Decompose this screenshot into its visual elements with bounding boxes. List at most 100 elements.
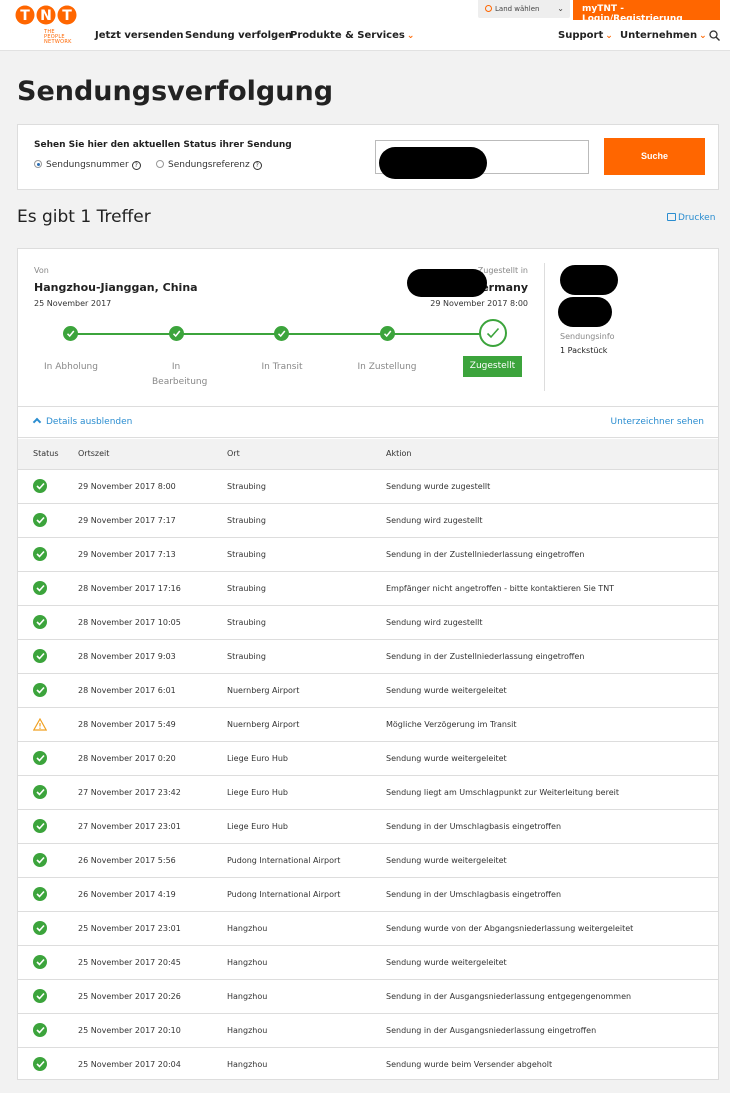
table-row: 26 November 2017 4:19 Pudong Internationa…: [18, 877, 718, 912]
details-toggle-link[interactable]: Details ausblenden: [32, 417, 132, 427]
svg-text:N: N: [40, 8, 52, 24]
mytnt-login-button[interactable]: myTNT -Login/Registrierung: [573, 0, 720, 24]
place-cell: Hangzhou: [227, 911, 386, 946]
time-cell: 25 November 2017 20:10: [78, 1013, 227, 1048]
from-label: Von: [34, 266, 49, 275]
nav-support[interactable]: Support ⌄: [558, 30, 613, 41]
check-circle-icon: [33, 683, 47, 697]
help-icon[interactable]: ?: [131, 161, 141, 170]
place-cell: Hangzhou: [227, 1013, 386, 1048]
radio-sendungsnummer[interactable]: Sendungsnummer?: [34, 160, 141, 170]
place-cell: Straubing: [227, 503, 386, 538]
time-cell: 26 November 2017 5:56: [78, 843, 227, 878]
table-row: 28 November 2017 0:20 Liege Euro Hub Sendu…: [18, 741, 718, 776]
place-cell: Liege Euro Hub: [227, 741, 386, 776]
action-cell: Mögliche Verzögerung im Transit: [386, 707, 718, 742]
check-circle-icon: [33, 989, 47, 1003]
shipment-card: Von Hangzhou-Jianggan, China 25 November…: [17, 248, 719, 1080]
check-circle-icon: [33, 853, 47, 867]
action-cell: Sendung in der Ausgangsniederlassung ent…: [386, 979, 718, 1014]
action-cell: Sendung wurde von der Abgangsniederlassu…: [386, 911, 718, 946]
place-cell: Nuernberg Airport: [227, 673, 386, 708]
time-cell: 28 November 2017 9:03: [78, 639, 227, 674]
place-cell: Straubing: [227, 571, 386, 606]
check-circle-icon: [33, 785, 47, 799]
nav-unternehmen[interactable]: Unternehmen ⌄: [620, 30, 707, 41]
time-cell: 28 November 2017 10:05: [78, 605, 227, 640]
table-row: 29 November 2017 7:13 Straubing Sendung in…: [18, 537, 718, 572]
status-cell: [18, 911, 78, 946]
nav-jetzt-versenden[interactable]: Jetzt versenden: [95, 30, 184, 41]
table-row: 28 November 2017 10:05 Straubing Sendung w…: [18, 605, 718, 640]
place-cell: Liege Euro Hub: [227, 809, 386, 844]
action-cell: Sendung wurde weitergeleitet: [386, 945, 718, 980]
time-cell: 29 November 2017 8:00: [78, 469, 227, 504]
table-header-row: Status Ortszeit Ort Aktion: [18, 439, 718, 470]
time-cell: 25 November 2017 20:04: [78, 1059, 181, 1069]
time-cell: 28 November 2017 5:49: [78, 707, 227, 742]
status-cell: [18, 605, 78, 640]
table-row: 28 November 2017 9:03 Straubing Sendung in…: [18, 639, 718, 674]
search-icon[interactable]: [709, 30, 720, 41]
status-cell: [18, 1013, 78, 1048]
action-cell: Sendung wurde weitergeleitet: [386, 741, 718, 776]
status-cell: [18, 877, 78, 912]
step-label: In Transit: [261, 362, 303, 372]
time-cell: 25 November 2017 20:26: [78, 979, 227, 1014]
check-circle-icon: [33, 921, 47, 935]
step-label-active: Zugestellt: [463, 356, 522, 377]
search-panel: Sehen Sie hier den aktuellen Status ihre…: [17, 124, 719, 190]
to-label: Zugestellt in: [477, 266, 528, 275]
table-row: 27 November 2017 23:42 Liege Euro Hub Send…: [18, 775, 718, 810]
time-cell: 27 November 2017 23:42: [78, 775, 227, 810]
from-date: 25 November 2017: [34, 299, 112, 308]
from-city: Hangzhou-Jianggan, China: [34, 281, 198, 294]
action-cell: Sendung wird zugestellt: [386, 605, 718, 640]
print-link[interactable]: Drucken: [667, 213, 715, 223]
country-selector[interactable]: Land wählen ⌄: [478, 0, 570, 18]
place-cell: Pudong International Airport: [227, 843, 386, 878]
status-cell: [18, 945, 78, 980]
step-delivered-icon: [479, 319, 507, 347]
action-cell: Sendung wurde weitergeleitet: [386, 843, 718, 878]
card-divider: [544, 263, 545, 391]
table-row: 28 November 2017 6:01 Nuernberg Airport Se…: [18, 673, 718, 708]
search-button[interactable]: Suche: [604, 138, 705, 175]
table-row: 28 November 2017 17:16 Straubing Empfänger…: [18, 571, 718, 606]
place-cell: Hangzhou: [227, 1059, 268, 1069]
check-circle-icon: [33, 649, 47, 663]
place-cell: Nuernberg Airport: [227, 707, 386, 742]
help-icon[interactable]: ?: [252, 161, 262, 170]
tnt-logo-mark: T N T: [15, 5, 77, 25]
nav-produkte-services[interactable]: Produkte & Services ⌄: [290, 30, 414, 41]
status-cell: [18, 979, 78, 1014]
redaction-mark: [407, 269, 487, 297]
redaction-mark: [558, 297, 612, 327]
action-cell: Sendung wurde zugestellt: [386, 469, 718, 504]
search-heading: Sehen Sie hier den aktuellen Status ihre…: [34, 140, 292, 150]
svg-text:T: T: [62, 8, 72, 24]
column-header: Ort: [227, 439, 386, 470]
action-cell: Sendung wurde beim Versender abgeholt: [386, 1059, 553, 1069]
check-circle-icon: [33, 547, 47, 561]
status-cell: [18, 1047, 78, 1081]
action-cell: Sendung wurde weitergeleitet: [386, 673, 718, 708]
step-label: In Bearbeitung: [152, 362, 208, 387]
check-circle-icon: [33, 1057, 47, 1072]
status-cell: [18, 775, 78, 810]
table-row: 25 November 2017 20:04 Hangzhou Sendung wu…: [18, 1047, 718, 1081]
signer-link[interactable]: Unterzeichner sehen: [611, 417, 704, 427]
place-cell: Straubing: [227, 639, 386, 674]
table-row: 25 November 2017 23:01 Hangzhou Sendung wu…: [18, 911, 718, 946]
step-check-icon: [169, 326, 184, 341]
tnt-logo[interactable]: T N T THE PEOPLE NETWORK: [15, 3, 77, 45]
status-cell: [18, 673, 78, 708]
nav-sendung-verfolgen[interactable]: Sendung verfolgen: [185, 30, 292, 41]
check-circle-icon: [33, 819, 47, 833]
radio-sendungsreferenz[interactable]: Sendungsreferenz?: [156, 160, 262, 170]
shipment-info-label: Sendungsinfo: [560, 332, 615, 341]
radio-selected-icon: [34, 160, 42, 168]
status-cell: [18, 741, 78, 776]
table-row: 25 November 2017 20:45 Hangzhou Sendung wu…: [18, 945, 718, 980]
place-cell: Liege Euro Hub: [227, 775, 386, 810]
